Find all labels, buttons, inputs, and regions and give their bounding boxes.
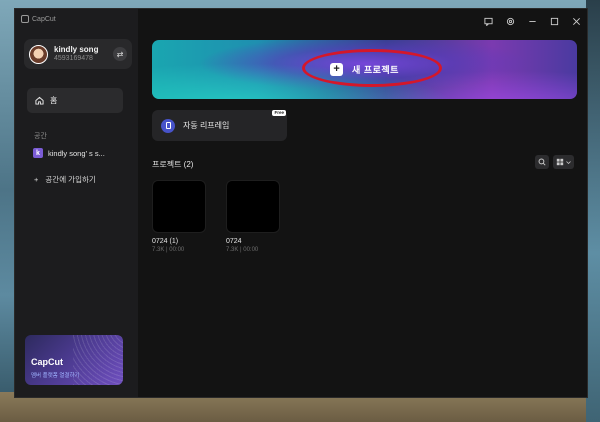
project-name: 0724 (1) — [152, 238, 179, 245]
plus-icon: + — [34, 175, 39, 184]
sidebar-item-home[interactable]: 홈 — [27, 88, 123, 113]
sidebar-item-space[interactable]: k kindly song’ s s... — [33, 148, 105, 158]
space-name: kindly song’ s s... — [48, 148, 105, 158]
view-toggle-button[interactable] — [553, 155, 574, 169]
minimize-icon[interactable] — [528, 17, 537, 26]
avatar — [29, 44, 48, 64]
sidebar-item-label: 홈 — [50, 96, 58, 105]
project-thumbnail[interactable] — [226, 180, 280, 233]
highlight-annotation — [302, 49, 442, 87]
sidebar: CapCut kindly song 4593169478 ⇄ 홈 공간 k k… — [15, 9, 138, 397]
join-space-label: 공간에 가입하기 — [45, 175, 96, 184]
promo-subtitle: 멤버 플랫폼 열결하기 — [31, 373, 80, 379]
space-badge-icon: k — [33, 148, 43, 158]
feedback-icon[interactable] — [484, 17, 493, 26]
capcut-logo-icon — [21, 15, 29, 23]
switch-account-icon[interactable]: ⇄ — [113, 47, 127, 61]
settings-icon[interactable] — [506, 17, 515, 26]
chevron-down-icon — [566, 160, 571, 164]
new-project-banner[interactable]: + 새 프로젝트 — [152, 40, 577, 99]
project-name: 0724 — [226, 238, 242, 245]
free-badge: Free — [272, 110, 286, 116]
project-tools — [535, 155, 574, 169]
project-card[interactable]: 0724 (1) 7.3K | 00:00 — [152, 180, 206, 253]
app-logo: CapCut — [21, 15, 56, 23]
home-icon — [35, 96, 44, 105]
maximize-icon[interactable] — [550, 17, 559, 26]
reframe-icon — [161, 118, 175, 133]
project-card[interactable]: 0724 7.3K | 00:00 — [226, 180, 280, 253]
auto-reframe-button[interactable]: 자동 리프레임 Free — [152, 110, 287, 141]
profile-id: 4593169478 — [54, 54, 93, 62]
project-thumbnail[interactable] — [152, 180, 206, 233]
app-name: CapCut — [32, 15, 56, 23]
join-space-button[interactable]: + 공간에 가입하기 — [34, 174, 96, 185]
project-meta: 7.3K | 00:00 — [152, 247, 185, 253]
projects-heading: 프로젝트 (2) — [152, 160, 194, 169]
profile-name: kindly song — [54, 44, 99, 54]
capcut-window: CapCut kindly song 4593169478 ⇄ 홈 공간 k k… — [14, 8, 588, 398]
promo-title: CapCut — [31, 357, 63, 367]
close-icon[interactable] — [572, 17, 581, 26]
project-meta: 7.3K | 00:00 — [226, 247, 259, 253]
window-controls — [484, 17, 581, 26]
desktop-edge — [586, 0, 600, 422]
space-section-label: 공간 — [34, 133, 47, 140]
promo-banner[interactable]: CapCut 멤버 플랫폼 열결하기 — [25, 335, 123, 385]
auto-reframe-label: 자동 리프레임 — [183, 121, 230, 130]
profile-card[interactable]: kindly song 4593169478 ⇄ — [24, 39, 132, 69]
search-icon[interactable] — [535, 155, 549, 169]
grid-icon — [556, 158, 564, 166]
